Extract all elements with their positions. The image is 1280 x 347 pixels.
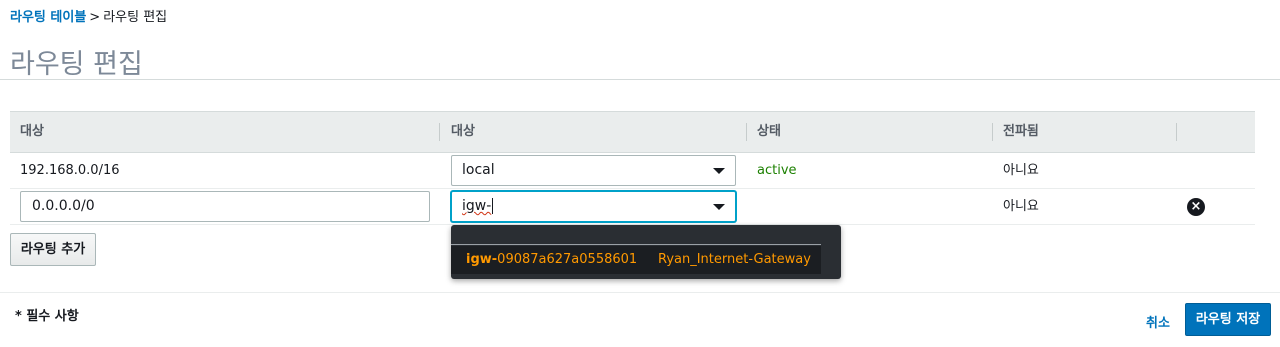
header-divider (1176, 123, 1177, 141)
caret-down-icon (713, 168, 725, 174)
add-route-button[interactable]: 라우팅 추가 (10, 233, 96, 266)
dropdown-divider (451, 244, 821, 245)
route-destination: 192.168.0.0/16 (20, 163, 120, 178)
header-target: 대상 (451, 124, 475, 139)
required-note: * 필수 사항 (15, 309, 79, 324)
table-row: 192.168.0.0/16 local active 아니요 (10, 153, 1255, 189)
route-propagated: 아니요 (1003, 199, 1039, 214)
route-status: active (757, 163, 797, 178)
header-destination: 대상 (20, 124, 44, 139)
target-dropdown: igw-09087a627a0558601 Ryan_Internet-Gate… (451, 225, 841, 279)
breadcrumb-current: 라우팅 편집 (103, 10, 168, 25)
target-combobox[interactable]: igw- (451, 191, 736, 222)
target-select[interactable]: local (451, 155, 736, 186)
title-divider (0, 79, 1280, 80)
header-status: 상태 (757, 124, 781, 139)
breadcrumb-route-tables-link[interactable]: 라우팅 테이블 (10, 10, 86, 25)
target-select-value: local (462, 162, 495, 178)
header-divider (439, 123, 440, 141)
cancel-button[interactable]: 취소 (1146, 312, 1170, 331)
route-propagated: 아니요 (1003, 163, 1039, 178)
save-routes-button[interactable]: 라우팅 저장 (1185, 303, 1271, 336)
table-header: 대상 대상 상태 전파됨 (10, 111, 1255, 153)
page-title: 라우팅 편집 (10, 49, 143, 80)
option-gateway-name: Ryan_Internet-Gateway (658, 252, 811, 267)
remove-circle-icon[interactable]: × (1187, 198, 1205, 216)
option-gateway-id: igw-09087a627a0558601 (466, 252, 638, 267)
target-typed-value: igw- (462, 198, 492, 214)
caret-down-icon (713, 204, 725, 210)
breadcrumb-separator: > (89, 10, 101, 25)
routes-table: 대상 대상 상태 전파됨 192.168.0.0/16 local active… (10, 111, 1255, 225)
table-row: 0.0.0.0/0 igw- 아니요 × (10, 189, 1255, 225)
dropdown-option-igw[interactable]: igw-09087a627a0558601 Ryan_Internet-Gate… (451, 246, 821, 274)
header-propagated: 전파됨 (1003, 124, 1039, 139)
destination-input-value: 0.0.0.0/0 (32, 198, 95, 214)
text-cursor (492, 198, 494, 214)
breadcrumb: 라우팅 테이블 > 라우팅 편집 (10, 6, 167, 25)
destination-input[interactable]: 0.0.0.0/0 (20, 191, 430, 222)
footer-divider (0, 292, 1280, 293)
